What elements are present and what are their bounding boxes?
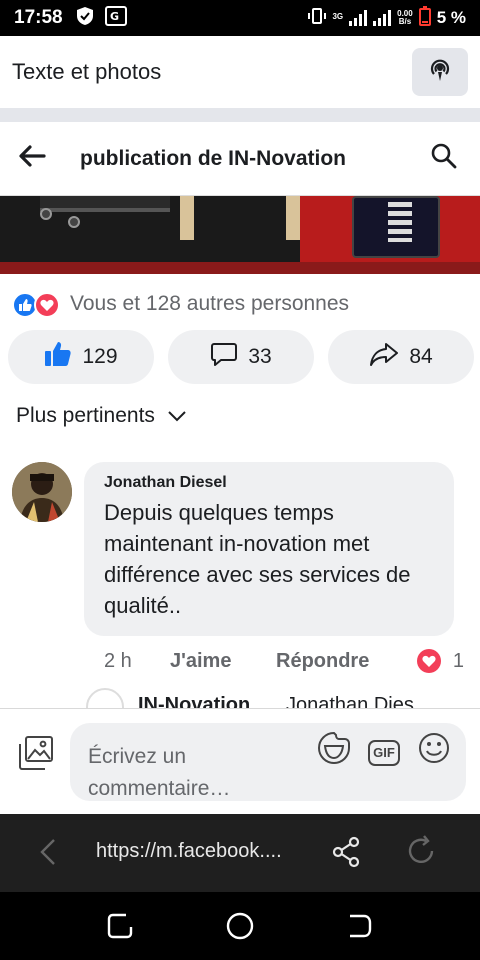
battery-icon [418, 5, 431, 31]
add-photo-button[interactable] [18, 735, 54, 771]
photo-icon [18, 736, 54, 775]
comment-reply-button[interactable]: Répondre [276, 650, 369, 673]
love-reaction-icon [416, 649, 441, 673]
svg-text:G: G [110, 10, 119, 23]
top-bar-title: Texte et photos [12, 59, 162, 84]
back-button[interactable] [18, 139, 58, 179]
section-divider [0, 108, 480, 122]
translate-icon: G [104, 5, 127, 31]
shield-icon [75, 6, 95, 31]
reply-preview[interactable]: IN-Novation Jonathan Dies [86, 688, 480, 708]
comment-author[interactable]: Jonathan Diesel [104, 474, 436, 492]
podcast-button[interactable] [412, 48, 468, 96]
comment-input[interactable]: Écrivez un commentaire… GIF [70, 723, 466, 801]
post-header: publication de IN-Novation [0, 122, 480, 196]
sticker-icon [317, 731, 351, 775]
reactions-summary-text: Vous et 128 autres personnes [70, 292, 350, 315]
chevron-down-icon [167, 404, 187, 428]
comment-icon [210, 340, 238, 374]
browser-share-button[interactable] [330, 836, 362, 873]
home-button[interactable] [224, 910, 256, 942]
avatar[interactable] [12, 462, 72, 522]
sort-label: Plus pertinents [16, 404, 155, 427]
emoji-icon [417, 731, 451, 775]
like-count: 129 [82, 345, 118, 368]
status-bar: 17:58 G 3G 0.00 B/s 5 % [0, 0, 480, 36]
network-type: 3G [332, 11, 344, 21]
reply-avatar [86, 688, 124, 708]
thumbs-up-icon [44, 340, 72, 374]
comment-count: 33 [248, 345, 272, 368]
emoji-button[interactable] [416, 733, 452, 771]
comment-composer: Écrivez un commentaire… GIF [0, 708, 480, 814]
comment-reactions[interactable]: 1 [416, 649, 464, 673]
comment-reaction-count: 1 [452, 649, 464, 672]
love-reaction-icon [34, 292, 60, 318]
reply-mention: Jonathan Dies [286, 694, 414, 708]
comment-placeholder: Écrivez un commentaire… [88, 745, 231, 800]
net-speed-unit: B/s [398, 17, 412, 26]
browser-back-button[interactable] [38, 838, 58, 871]
page-title: publication de IN-Novation [80, 146, 346, 170]
top-bar: Texte et photos [0, 36, 480, 108]
post-image[interactable] [0, 196, 480, 274]
arrow-left-icon [18, 145, 46, 172]
gif-label: GIF [373, 745, 395, 760]
comment-button[interactable]: 33 [168, 330, 314, 384]
status-time: 17:58 [14, 7, 63, 28]
like-button[interactable]: 129 [8, 330, 154, 384]
share-count: 84 [409, 345, 433, 368]
reload-button[interactable] [404, 834, 438, 873]
battery-percent: 5 % [436, 8, 466, 27]
comment-actions: 2 h J'aime Répondre 1 [104, 646, 464, 676]
signal-strength-icon [349, 10, 368, 26]
share-button[interactable]: 84 [328, 330, 474, 384]
comment-like-button[interactable]: J'aime [170, 650, 276, 673]
comment-bubble[interactable]: Jonathan Diesel Depuis quelques temps ma… [84, 462, 454, 636]
vibrate-icon [308, 7, 327, 30]
net-speed: 0.00 B/s [397, 10, 413, 26]
browser-toolbar: https://m.facebook.... [0, 814, 480, 892]
gif-icon: GIF [368, 740, 400, 766]
signal-strength-icon-2 [373, 10, 392, 26]
comment-sort-dropdown[interactable]: Plus pertinents [16, 404, 187, 428]
reactions-summary[interactable]: Vous et 128 autres personnes [12, 290, 349, 318]
search-button[interactable] [426, 141, 462, 177]
gif-button[interactable]: GIF [366, 735, 402, 771]
back-nav-button[interactable] [344, 910, 376, 942]
comment-time[interactable]: 2 h [104, 650, 170, 673]
search-icon [430, 142, 458, 175]
sticker-button[interactable] [316, 731, 352, 771]
comment-text: Depuis quelques temps maintenant in-nova… [104, 500, 411, 618]
share-arrow-icon [369, 340, 399, 374]
recent-apps-button[interactable] [104, 910, 136, 942]
podcast-icon [427, 57, 453, 88]
reply-author: IN-Novation [138, 694, 251, 708]
system-nav-bar [0, 892, 480, 960]
url-text[interactable]: https://m.facebook.... [96, 840, 282, 863]
